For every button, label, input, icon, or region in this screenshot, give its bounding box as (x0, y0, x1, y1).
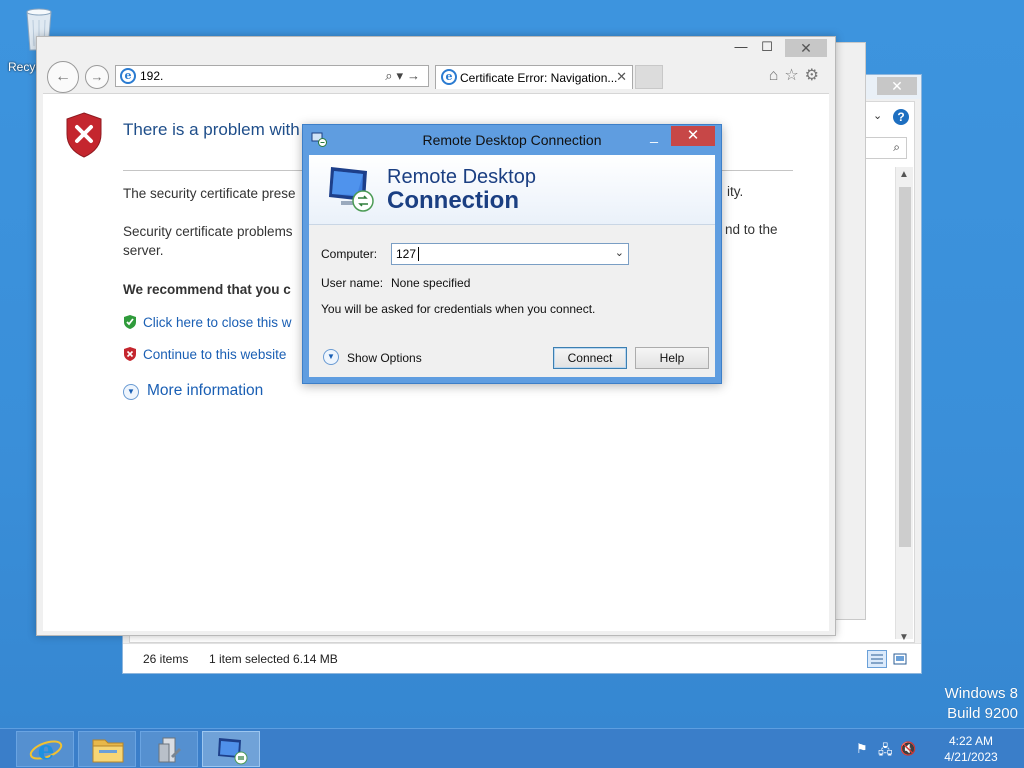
clock-time: 4:22 AM (948, 734, 994, 748)
recommendation-heading: We recommend that you c (123, 282, 291, 297)
folder-icon (92, 739, 124, 763)
help-icon[interactable]: ? (893, 109, 909, 125)
username-value: None specified (391, 276, 471, 290)
back-button[interactable]: ← (47, 61, 79, 93)
rdc-client-area: Remote Desktop Connection Computer: 127 … (309, 155, 715, 377)
watermark-line2: Build 9200 (947, 705, 1018, 722)
page-title: There is a problem with (123, 120, 300, 139)
help-button[interactable]: Help (635, 347, 709, 369)
show-options-chevron-icon[interactable]: ▼ (323, 349, 339, 365)
rdc-banner: Remote Desktop Connection (309, 155, 715, 225)
rdc-monitor-icon (329, 167, 374, 212)
forward-button[interactable]: → (85, 65, 109, 89)
ie-page-icon: e (120, 68, 136, 84)
search-icon: ⌕ (893, 140, 900, 154)
taskbar: e ⚑ 🖧 🔇 4:22 AM 4/21/2023 (0, 728, 1024, 768)
home-icon[interactable]: ⌂ (769, 67, 785, 84)
status-selection: 1 item selected 6.14 MB (209, 652, 338, 666)
taskbar-file-explorer[interactable] (78, 731, 136, 767)
address-bar[interactable]: e 192. ⌕▾→ (115, 65, 429, 87)
error-paragraph-2-line2: server. (123, 243, 164, 258)
ie-close-button[interactable]: ✕ (785, 39, 827, 57)
forward-arrow-icon: → (90, 69, 104, 84)
internet-explorer-icon: e (29, 736, 63, 766)
error-paragraph-2-tail: nd to the (725, 222, 778, 237)
continue-website-link-text[interactable]: Continue to this website (143, 347, 286, 362)
chevron-down-icon[interactable]: ⌄ (615, 246, 624, 259)
chevron-down-icon[interactable]: ⌄ (873, 109, 887, 125)
scroll-down-icon[interactable]: ▼ (899, 632, 909, 643)
maximize-button[interactable]: ☐ (753, 37, 781, 57)
close-webpage-link-text[interactable]: Click here to close this w (143, 315, 292, 330)
taskbar-server-manager[interactable] (140, 731, 198, 767)
tab-title: Certificate Error: Navigation... (460, 71, 618, 85)
scrollbar-thumb[interactable] (899, 187, 911, 547)
more-information-toggle[interactable]: ▼ More information (123, 382, 263, 400)
computer-combobox[interactable]: 127 ⌄ (391, 243, 629, 265)
windows-build-watermark: Windows 8 Build 9200 (945, 684, 1018, 724)
close-webpage-link[interactable]: Click here to close this w (123, 314, 292, 330)
rdc-banner-line2: Connection (387, 187, 519, 214)
tab-certificate-error[interactable]: e Certificate Error: Navigation... ✕ (435, 65, 633, 89)
scroll-up-icon[interactable]: ▲ (899, 169, 909, 180)
connect-button[interactable]: Connect (553, 347, 627, 369)
watermark-line1: Windows 8 (944, 685, 1018, 702)
error-paragraph-1: The security certificate prese (123, 186, 296, 201)
network-icon[interactable]: 🖧 (878, 741, 894, 757)
remote-desktop-icon (218, 738, 248, 765)
error-paragraph-2: Security certificate problems (123, 224, 293, 239)
clock-date: 4/21/2023 (944, 750, 998, 764)
green-shield-icon (124, 315, 136, 329)
system-tray: ⚑ 🖧 🔇 4:22 AM 4/21/2023 (854, 729, 1024, 768)
credentials-note: You will be asked for credentials when y… (321, 302, 596, 316)
ie-tab-icon: e (441, 69, 457, 85)
remote-desktop-dialog: Remote Desktop Connection _ ✕ Remote Des… (302, 124, 722, 384)
continue-website-link[interactable]: Continue to this website (123, 346, 286, 362)
gear-icon[interactable]: ⚙ (805, 67, 825, 84)
rdc-close-button[interactable]: ✕ (671, 126, 715, 146)
desktop: Recycle Bin ✕ ⌄ ? ⌕ ▲ ▼ 26 items 1 item … (0, 0, 1024, 728)
tab-close-icon[interactable]: ✕ (616, 69, 627, 85)
large-icons-view-icon[interactable] (891, 650, 909, 668)
taskbar-internet-explorer[interactable]: e (16, 731, 74, 767)
flag-icon[interactable]: ⚑ (856, 741, 872, 757)
error-paragraph-1-tail: ity. (727, 184, 744, 199)
address-tools: ⌕▾→ (385, 68, 424, 84)
text-caret (418, 247, 419, 261)
shield-error-icon (66, 112, 102, 158)
computer-input[interactable]: 127 (396, 247, 416, 261)
explorer-close-button[interactable]: ✕ (877, 77, 917, 95)
taskbar-remote-desktop[interactable] (202, 731, 260, 767)
explorer-status-bar: 26 items 1 item selected 6.14 MB (123, 643, 921, 673)
dropdown-icon[interactable]: ▾ (396, 68, 407, 83)
svg-text:e: e (38, 736, 55, 766)
volume-muted-icon[interactable]: 🔇 (900, 741, 916, 757)
expand-chevron-icon: ▼ (123, 384, 139, 400)
favorites-star-icon[interactable]: ☆ (784, 67, 804, 84)
computer-label: Computer: (321, 247, 378, 261)
back-arrow-icon: ← (55, 68, 71, 85)
status-item-count: 26 items (143, 652, 189, 666)
rdc-minimize-button[interactable]: _ (643, 128, 665, 145)
username-label: User name: (321, 276, 384, 290)
more-information-label[interactable]: More information (147, 382, 263, 399)
address-input[interactable]: 192. (140, 69, 163, 83)
details-view-icon[interactable] (867, 650, 887, 668)
show-options-link[interactable]: Show Options (347, 351, 422, 365)
search-icon[interactable]: ⌕ (385, 68, 396, 83)
minimize-button[interactable]: — (727, 37, 755, 57)
rdc-banner-line1: Remote Desktop (387, 166, 536, 188)
new-tab-button[interactable] (635, 65, 663, 89)
clock[interactable]: 4:22 AM 4/21/2023 (936, 733, 1006, 765)
red-shield-icon (124, 347, 136, 361)
ie-toolbar-icons: ⌂☆⚙ (769, 65, 825, 85)
vertical-scrollbar[interactable]: ▲ ▼ (895, 167, 913, 643)
go-arrow-icon[interactable]: → (407, 68, 424, 83)
server-manager-icon (158, 737, 181, 763)
